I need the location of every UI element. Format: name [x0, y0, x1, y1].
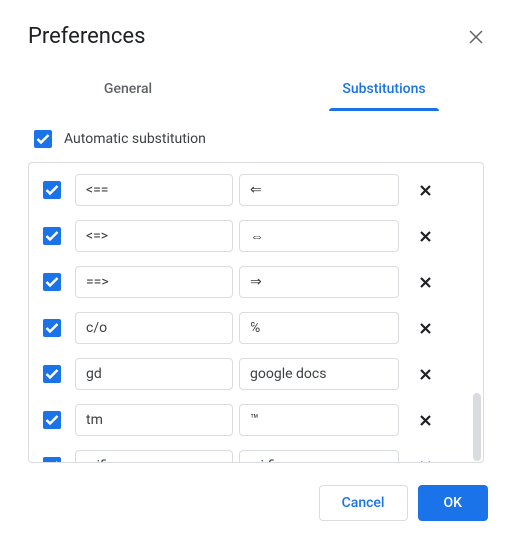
table-row: [33, 259, 479, 305]
row-checkbox[interactable]: [43, 457, 61, 463]
with-input[interactable]: [239, 404, 399, 436]
replace-input[interactable]: [75, 174, 233, 206]
table-row: [33, 351, 479, 397]
with-input[interactable]: [239, 220, 399, 252]
table-scroll[interactable]: [29, 163, 483, 463]
cancel-button[interactable]: Cancel: [319, 485, 408, 521]
delete-row-button[interactable]: [409, 358, 441, 390]
replace-input[interactable]: [75, 404, 233, 436]
delete-row-button[interactable]: [409, 312, 441, 344]
auto-substitution-checkbox[interactable]: [34, 130, 52, 148]
replace-input[interactable]: [75, 266, 233, 298]
check-icon: [45, 368, 59, 380]
close-icon: [420, 415, 431, 426]
row-checkbox[interactable]: [43, 319, 61, 337]
replace-input[interactable]: [75, 220, 233, 252]
table-row: [33, 213, 479, 259]
table-row: [33, 167, 479, 213]
table-row: [33, 397, 479, 443]
delete-row-button[interactable]: [409, 450, 441, 463]
close-icon: [420, 185, 431, 196]
dialog-header: Preferences: [0, 0, 512, 57]
dialog-title: Preferences: [28, 24, 145, 49]
row-checkbox[interactable]: [43, 273, 61, 291]
auto-substitution-row: Automatic substitution: [28, 112, 484, 162]
check-icon: [45, 322, 59, 334]
check-icon: [45, 276, 59, 288]
check-icon: [45, 414, 59, 426]
replace-input[interactable]: [75, 450, 233, 463]
auto-substitution-label: Automatic substitution: [64, 131, 206, 147]
close-icon: [420, 369, 431, 380]
scrollbar-thumb[interactable]: [473, 393, 481, 461]
table-row: [33, 443, 479, 463]
preferences-dialog: Preferences General Substitutions Automa…: [0, 0, 512, 543]
with-input[interactable]: [239, 174, 399, 206]
delete-row-button[interactable]: [409, 174, 441, 206]
ok-button[interactable]: OK: [418, 485, 489, 521]
substitutions-table: [28, 162, 484, 463]
tabs: General Substitutions: [0, 57, 512, 112]
check-icon: [45, 184, 59, 196]
with-input[interactable]: [239, 358, 399, 390]
replace-input[interactable]: [75, 312, 233, 344]
table-row: [33, 305, 479, 351]
close-icon: [420, 277, 431, 288]
row-checkbox[interactable]: [43, 181, 61, 199]
tab-general[interactable]: General: [0, 69, 256, 111]
check-icon: [36, 133, 50, 145]
close-icon: [420, 323, 431, 334]
with-input[interactable]: [239, 450, 399, 463]
check-icon: [45, 230, 59, 242]
check-icon: [45, 460, 59, 463]
row-checkbox[interactable]: [43, 365, 61, 383]
close-icon: [420, 231, 431, 242]
replace-input[interactable]: [75, 358, 233, 390]
row-checkbox[interactable]: [43, 227, 61, 245]
content-area: Automatic substitution: [0, 112, 512, 463]
close-icon: [420, 461, 431, 464]
close-button[interactable]: [464, 25, 488, 49]
dialog-footer: Cancel OK: [0, 463, 512, 543]
delete-row-button[interactable]: [409, 404, 441, 436]
with-input[interactable]: [239, 266, 399, 298]
delete-row-button[interactable]: [409, 220, 441, 252]
delete-row-button[interactable]: [409, 266, 441, 298]
with-input[interactable]: [239, 312, 399, 344]
row-checkbox[interactable]: [43, 411, 61, 429]
tab-substitutions[interactable]: Substitutions: [256, 69, 512, 111]
close-icon: [469, 30, 483, 44]
